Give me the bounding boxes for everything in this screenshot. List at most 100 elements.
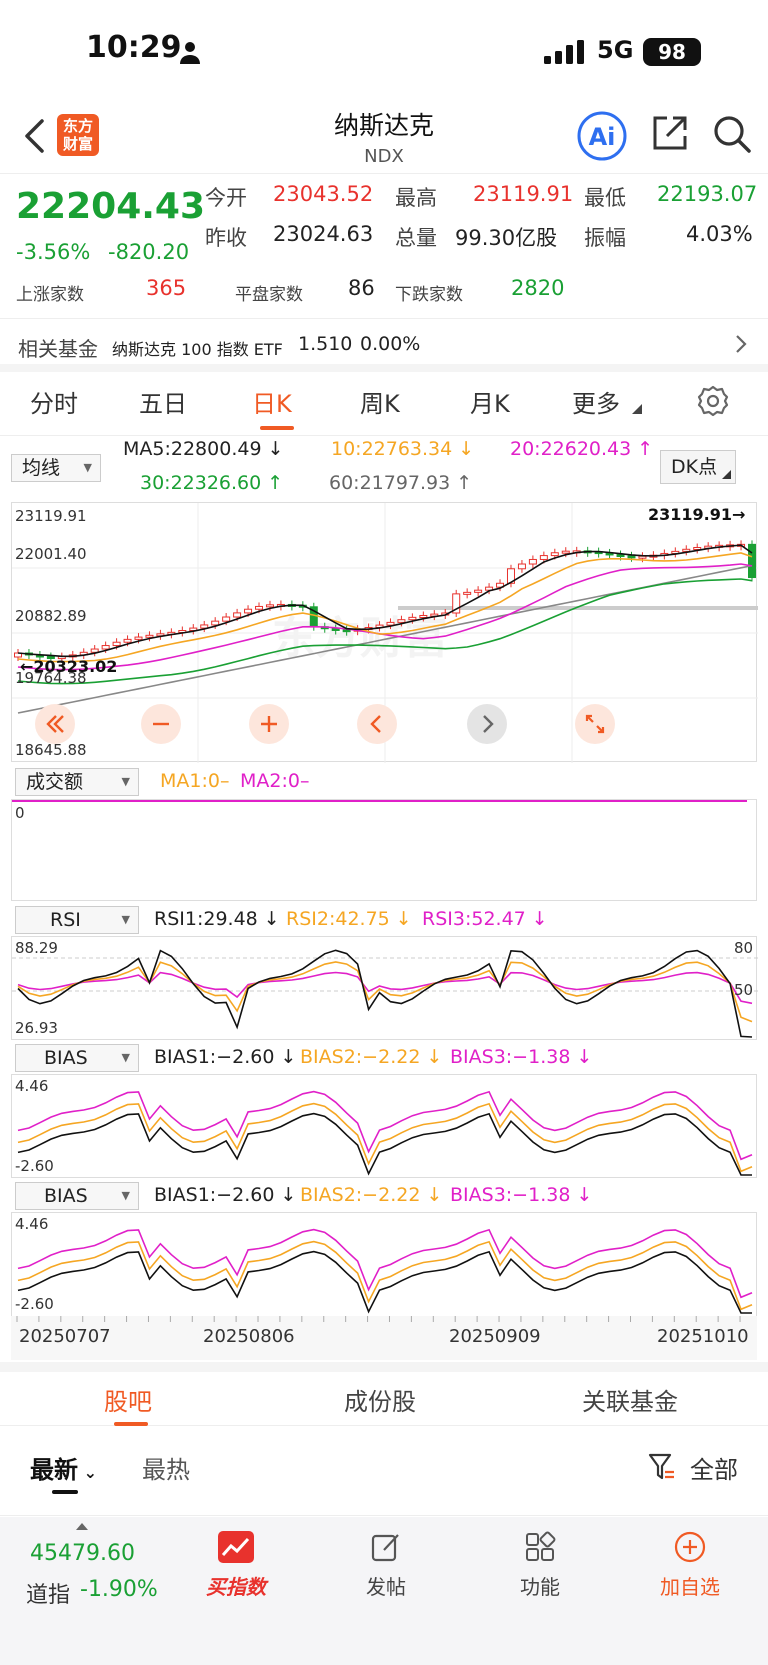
tab-guba[interactable]: 股吧 [104, 1382, 152, 1417]
date-label-3: 20250909 [449, 1326, 541, 1347]
fast-back-icon[interactable] [34, 703, 76, 745]
buy-chart-icon [218, 1531, 254, 1563]
buy-index-button[interactable]: 买指数 [202, 1527, 270, 1607]
tab-monthly-k[interactable]: 月K [470, 384, 510, 419]
candle [627, 555, 636, 559]
candle [244, 608, 253, 614]
flat-count-label: 平盘家数 [235, 285, 303, 305]
kline-axis-top: 23119.91 [15, 507, 87, 525]
filter-all[interactable]: 全部 [690, 1450, 738, 1485]
svg-text:Ai: Ai [589, 123, 616, 151]
amplitude-label: 振幅 [584, 226, 626, 250]
bias-chart[interactable]: 4.46 -2.60 [11, 1074, 757, 1178]
prev-close-label: 昨收 [205, 226, 247, 250]
fund-label: 相关基金 [18, 337, 98, 361]
tab-five-day[interactable]: 五日 [139, 384, 187, 419]
related-fund-row[interactable]: 相关基金 纳斯达克 100 指数 ETF 1.510 0.00% [0, 318, 768, 372]
date-ticks [16, 1316, 741, 1322]
candle [474, 589, 483, 593]
main-indicator-select[interactable]: 均线 ▼ [11, 454, 101, 482]
candle [561, 550, 570, 554]
bias2-value-2: BIAS2:−2.22 ↓ [300, 1184, 443, 1206]
volume-label: 总量 [395, 226, 437, 250]
candle [145, 634, 154, 638]
tab-daily-k[interactable]: 日K [252, 384, 292, 419]
kline-low-annotation: ←20323.02 [20, 657, 118, 676]
fund-pct: 0.00% [360, 333, 421, 355]
date-axis: 20250707 20250806 20250909 20251010 [11, 1316, 757, 1360]
settings-icon[interactable] [696, 384, 730, 418]
bias3-value-2: BIAS3:−1.38 ↓ [450, 1184, 593, 1206]
tab-related-funds[interactable]: 关联基金 [582, 1382, 678, 1417]
dropdown-caret-icon: ▼ [83, 461, 92, 474]
candle [255, 605, 264, 610]
up-count-label: 上涨家数 [16, 285, 84, 305]
volume-value: 99.30亿股 [455, 226, 558, 250]
volume-chart[interactable]: 0 [11, 799, 757, 901]
tab-weekly-k[interactable]: 周K [360, 384, 400, 419]
dk-caret-icon [722, 470, 731, 479]
fund-price: 1.510 [298, 333, 353, 355]
bias-axis-bottom-2: -2.60 [15, 1295, 54, 1313]
status-time: 10:29 [86, 30, 182, 65]
search-icon[interactable] [712, 114, 752, 154]
signal-icon [544, 40, 584, 64]
volume-ma1: MA1:0– [160, 770, 230, 792]
zoom-in-icon[interactable] [248, 703, 290, 745]
dow-index-name[interactable]: 道指 [26, 1577, 70, 1609]
active-tab-indicator [260, 426, 294, 430]
share-icon[interactable] [651, 114, 689, 152]
bias-indicator-select[interactable]: BIAS ▼ [15, 1044, 139, 1072]
function-button[interactable]: 功能 [506, 1527, 574, 1607]
add-circle-icon [674, 1531, 706, 1563]
bias-chart-2[interactable]: 4.46 -2.60 [11, 1212, 757, 1316]
volume-ma2: MA2:0– [240, 770, 310, 792]
candle [408, 616, 417, 621]
chevron-right-icon [736, 335, 747, 353]
sort-newest[interactable]: 最新 ⌄ [30, 1450, 97, 1485]
bias-canvas [17, 1090, 753, 1176]
add-watchlist-label: 加自选 [660, 1575, 720, 1599]
volume-indicator-select[interactable]: 成交额 ▼ [15, 768, 139, 796]
ma5-value: MA5:22800.49 ↓ [123, 438, 284, 460]
kline-high-value: 23119.91 [648, 505, 733, 524]
community-tab-indicator [114, 1422, 148, 1426]
tab-more[interactable]: 更多 [572, 384, 620, 419]
prev-close-value: 23024.63 [273, 222, 374, 246]
bias1-value: BIAS1:−2.60 ↓ [154, 1046, 297, 1068]
buy-index-label: 买指数 [206, 1575, 266, 1599]
rsi-chart[interactable]: 88.29 26.93 80 50 [11, 936, 758, 1040]
dow-index-pct[interactable]: -1.90% [80, 1577, 158, 1602]
zoom-out-icon[interactable] [140, 703, 182, 745]
post-button[interactable]: 发帖 [352, 1527, 420, 1607]
low-value: 22193.07 [657, 182, 758, 206]
ai-icon[interactable]: Ai [576, 110, 628, 162]
rsi-canvas [12, 949, 758, 1038]
bias1-line [17, 1112, 752, 1176]
bottom-action-bar: 45479.60 道指 -1.90% 买指数 发帖 功能 加自选 [0, 1517, 768, 1665]
step-back-icon[interactable] [356, 703, 398, 745]
filter-icon[interactable] [648, 1452, 676, 1482]
candle [616, 554, 625, 558]
rsi-indicator-select[interactable]: RSI ▼ [15, 906, 139, 934]
fullscreen-icon[interactable] [574, 703, 616, 745]
add-watchlist-button[interactable]: 加自选 [650, 1527, 730, 1607]
sort-active-indicator [52, 1490, 78, 1494]
volume-indicator-value: 成交额 [26, 771, 84, 793]
tab-constituents[interactable]: 成份股 [344, 1382, 416, 1417]
volume-ma-line [12, 800, 747, 802]
sort-hottest[interactable]: 最热 [142, 1450, 190, 1485]
chevron-down-icon: ⌄ [78, 1463, 97, 1482]
rsi2-value: RSI2:42.75 ↓ [286, 908, 412, 930]
step-forward-icon[interactable] [466, 703, 508, 745]
kline-chart[interactable]: 东方财富 23119.91 22001.40 20882.89 19764.38… [11, 502, 758, 763]
edit-icon [371, 1534, 399, 1562]
amplitude-value: 4.03% [686, 222, 753, 246]
bias2-line-2 [17, 1240, 753, 1311]
dk-point-button[interactable]: DK点 [660, 450, 736, 484]
bias-indicator-select-2[interactable]: BIAS ▼ [15, 1182, 139, 1210]
tab-intraday[interactable]: 分时 [30, 384, 78, 419]
candle [211, 620, 220, 626]
bias2-line [17, 1102, 753, 1173]
dow-index-value[interactable]: 45479.60 [30, 1541, 135, 1566]
